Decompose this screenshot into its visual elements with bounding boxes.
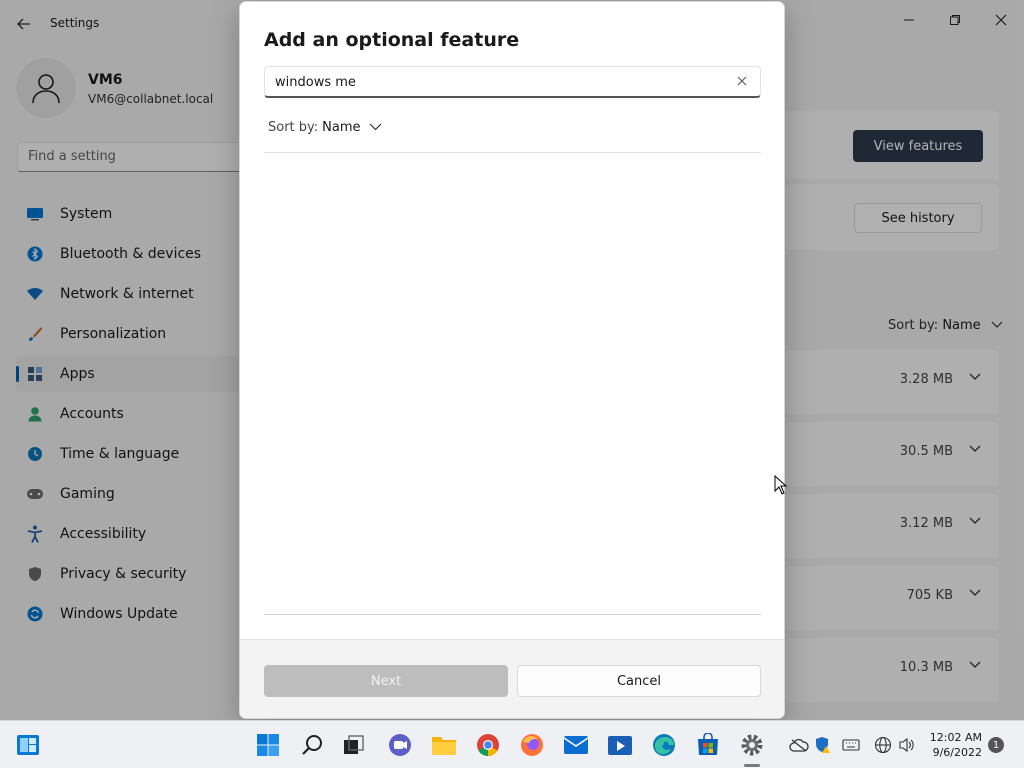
search-icon[interactable] [298, 731, 326, 759]
feature-search-input[interactable] [265, 67, 725, 97]
system-clock[interactable]: 12:02 AM 9/6/2022 [924, 730, 982, 760]
volume-icon[interactable] [897, 735, 917, 755]
keyboard-icon[interactable] [841, 735, 861, 755]
chrome-icon[interactable] [474, 731, 502, 759]
feature-search-box[interactable] [264, 66, 761, 98]
next-button[interactable]: Next [264, 665, 508, 697]
start-windows-icon[interactable] [254, 731, 282, 759]
settings-gear-icon[interactable] [738, 731, 766, 759]
clock-time: 12:02 AM [929, 731, 982, 744]
divider [264, 152, 761, 153]
chevron-down-icon [369, 121, 382, 134]
sort-dropdown[interactable]: Sort by: Name [268, 120, 382, 135]
security-shield-icon[interactable] [813, 735, 833, 755]
chat-icon[interactable] [386, 731, 414, 759]
onedrive-icon[interactable] [789, 735, 809, 755]
divider [264, 614, 761, 615]
store-icon[interactable] [694, 731, 722, 759]
media-player-icon[interactable] [606, 731, 634, 759]
network-globe-icon[interactable] [873, 735, 893, 755]
firefox-icon[interactable] [518, 731, 546, 759]
widgets-icon[interactable] [14, 731, 42, 759]
notification-badge[interactable]: 1 [988, 737, 1004, 753]
active-app-indicator [744, 764, 760, 767]
add-optional-feature-dialog: Add an optional feature Sort by: Name Ne… [239, 1, 785, 719]
task-view-icon[interactable] [340, 731, 368, 759]
sort-label: Sort by: [268, 120, 319, 135]
sort-value: Name [322, 120, 361, 135]
mail-icon[interactable] [562, 731, 590, 759]
cancel-button[interactable]: Cancel [517, 665, 761, 697]
file-explorer-icon[interactable] [430, 731, 458, 759]
edge-icon[interactable] [650, 731, 678, 759]
taskbar: 12:02 AM 9/6/2022 1 [0, 720, 1024, 768]
clear-icon[interactable] [734, 73, 750, 89]
mouse-cursor-icon [774, 474, 788, 495]
clock-date: 9/6/2022 [932, 746, 982, 759]
dialog-footer: Next Cancel [240, 639, 784, 718]
dialog-title: Add an optional feature [264, 29, 520, 51]
